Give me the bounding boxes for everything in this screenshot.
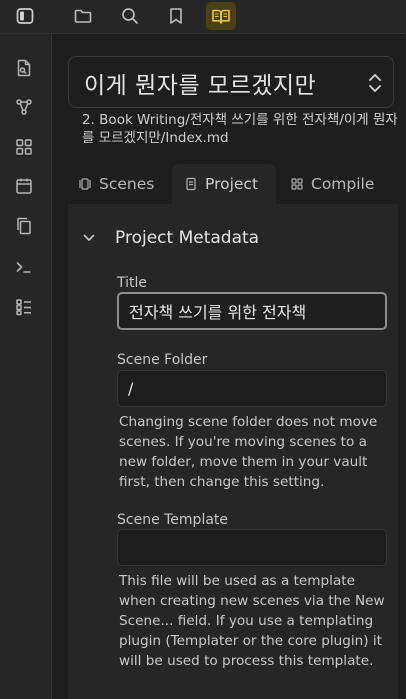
main-pane: 이게 뭔자를 모르겠지만 2. Book Writing/전자책 쓰기를 위한 … — [52, 34, 406, 699]
bookmark-icon[interactable] — [161, 2, 191, 30]
scene-folder-help: Changing scene folder does not move scen… — [119, 414, 378, 490]
list-icon[interactable] — [12, 295, 36, 319]
scene-folder-input[interactable]: / — [117, 370, 387, 407]
title-input-value: 전자책 쓰기를 위한 전자책 — [129, 303, 307, 322]
tab-scenes[interactable]: Scenes — [78, 164, 154, 204]
copy-icon[interactable] — [12, 214, 36, 238]
tab-project[interactable]: Project — [172, 164, 276, 204]
scene-folder-label: Scene Folder — [117, 352, 208, 368]
section-title: Project Metadata — [115, 228, 260, 248]
project-panel: Project Metadata Title 전자책 쓰기를 위한 전자책 Sc… — [68, 204, 398, 699]
tab-bar: Scenes Project Compile — [68, 164, 398, 204]
scene-template-input[interactable] — [117, 529, 387, 566]
tab-scenes-label: Scenes — [99, 175, 155, 193]
book-open-icon[interactable] — [206, 2, 236, 30]
search-icon[interactable] — [115, 2, 145, 30]
scene-template-label: Scene Template — [117, 512, 229, 528]
compile-icon — [291, 178, 303, 190]
project-icon — [186, 177, 196, 191]
tab-compile-label: Compile — [311, 175, 375, 193]
grid-icon[interactable] — [12, 135, 36, 159]
tab-compile[interactable]: Compile — [290, 164, 374, 204]
calendar-icon[interactable] — [12, 174, 36, 198]
file-path[interactable]: 2. Book Writing/전자책 쓰기를 위한 전자책/이게 뭔자를 모르… — [82, 111, 402, 147]
tab-project-label: Project — [205, 175, 259, 193]
title-input[interactable]: 전자책 쓰기를 위한 전자책 — [117, 292, 387, 330]
folder-icon[interactable] — [68, 2, 98, 30]
sidebar-toggle-icon[interactable] — [10, 2, 40, 30]
left-ribbon — [0, 34, 52, 699]
project-select-value: 이게 뭔자를 모르겠지만 — [84, 73, 317, 99]
scenes-icon — [79, 178, 91, 190]
graph-icon[interactable] — [12, 95, 36, 119]
project-metadata-header[interactable]: Project Metadata — [82, 228, 259, 248]
chevron-down-icon — [83, 234, 95, 241]
open-file-icon[interactable] — [12, 56, 36, 80]
scene-folder-input-value: / — [128, 379, 134, 398]
top-toolbar — [0, 0, 406, 34]
terminal-icon[interactable] — [12, 255, 36, 279]
title-label: Title — [117, 275, 148, 291]
chevron-up-down-icon — [369, 74, 381, 92]
scene-template-help: This file will be used as a template whe… — [119, 573, 385, 669]
project-select[interactable]: 이게 뭔자를 모르겠지만 — [68, 56, 394, 108]
